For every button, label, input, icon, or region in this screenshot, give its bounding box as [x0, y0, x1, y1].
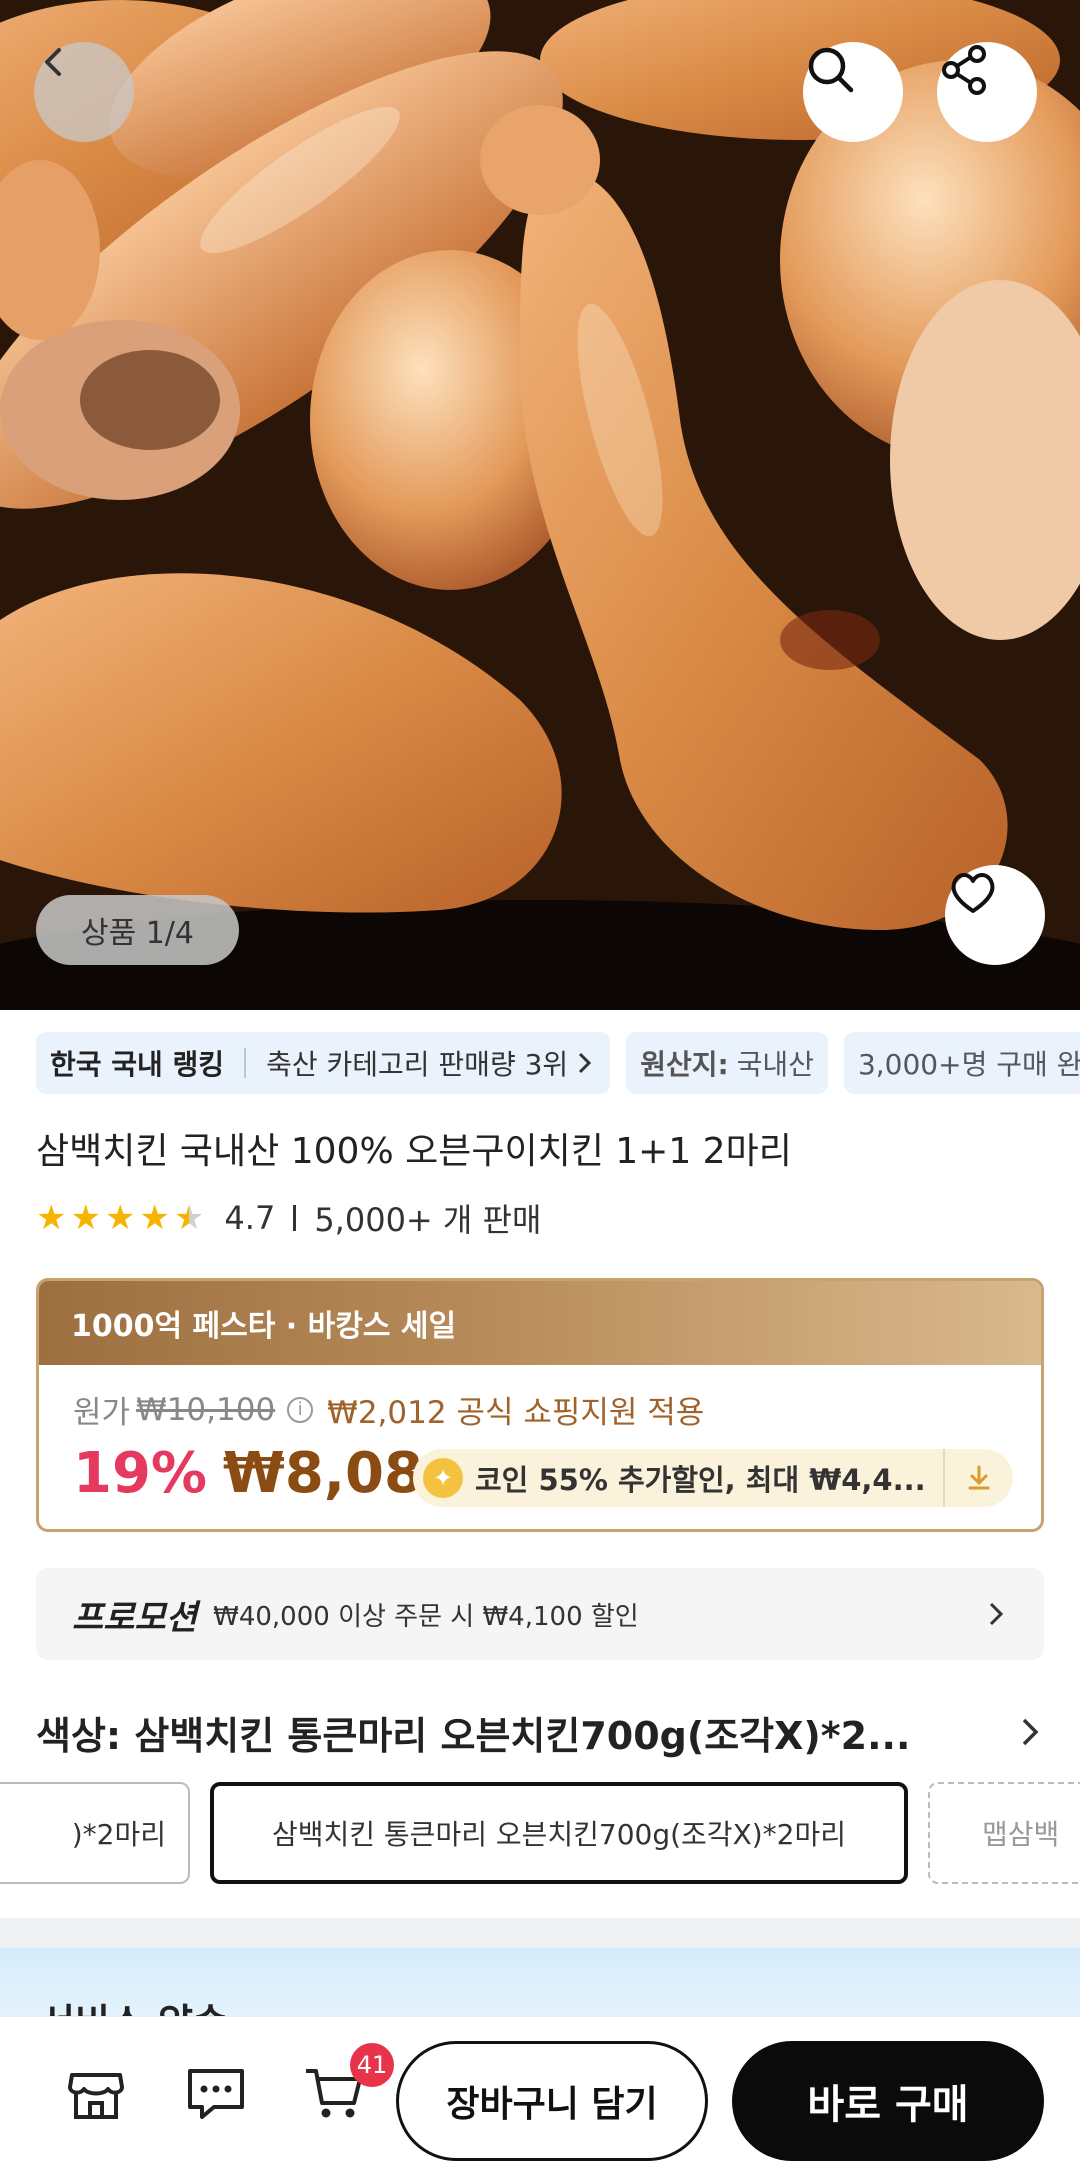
back-button[interactable] [34, 42, 134, 142]
star-icon: ★ [139, 1198, 170, 1238]
chat-icon [188, 2069, 244, 2119]
coin-text: 코인 55% 추가할인, 최대 ₩4,4... [475, 1463, 926, 1497]
shopping-support: ₩2,012 공식 쇼핑지원 적용 [327, 1395, 705, 1431]
ranking-text: 축산 카테고리 판매량 3위 [266, 1048, 569, 1081]
promotion-label: 프로모션 [72, 1597, 198, 1638]
original-price-row: 원가 ₩10,100 i ₩2,012 공식 쇼핑지원 적용 [73, 1387, 704, 1432]
wishlist-button[interactable] [945, 865, 1045, 965]
heart-icon [951, 873, 995, 913]
chevron-right-icon [579, 1052, 592, 1074]
sold-count: 5,000+ 개 판매 [314, 1201, 542, 1239]
chicken-photo [0, 0, 1080, 1010]
sale-banner: 1000억 페스타 · 바캉스 세일 [39, 1281, 1041, 1365]
cart-count-badge: 41 [350, 2043, 394, 2087]
promotion-text: ₩40,000 이상 주문 시 ₩4,100 할인 [213, 1601, 639, 1632]
product-page: 상품 1/4 한국 국내 랭킹 축산 카테고리 판매량 3위 원산지: 국내산 … [0, 0, 1080, 2178]
original-price: ₩10,100 [136, 1391, 276, 1428]
buyers-badge: 3,000+명 구매 완 [843, 1032, 1080, 1094]
origin-key: 원산지: [640, 1048, 729, 1081]
original-label: 원가 [73, 1395, 131, 1431]
option-chip-soldout[interactable]: 맵삼백 [928, 1782, 1080, 1884]
add-to-cart-button[interactable]: 장바구니 담기 [396, 2041, 708, 2161]
coin-discount[interactable]: ✦ 코인 55% 추가할인, 최대 ₩4,4... [413, 1449, 1013, 1507]
option-chip-selected[interactable]: 삼백치킨 통큰마리 오븐치킨700g(조각X)*2마리 [210, 1782, 908, 1884]
star-icon: ★ [36, 1198, 67, 1238]
chat-button[interactable] [180, 2057, 252, 2129]
rating-stars: ★ ★ ★ ★ ★ [36, 1201, 204, 1235]
ranking-label: 한국 국내 랭킹 [50, 1048, 225, 1081]
chevron-right-icon [1022, 1718, 1039, 1746]
image-counter: 상품 1/4 [36, 895, 239, 965]
back-arrow-icon [45, 48, 61, 76]
share-button[interactable] [937, 42, 1037, 142]
rating-value: 4.7 [224, 1199, 276, 1237]
buy-now-button[interactable]: 바로 구매 [732, 2041, 1044, 2161]
section-divider [0, 1918, 1080, 1948]
coin-icon: ✦ [423, 1458, 463, 1498]
buyers-text: 3,000+명 구매 완 [857, 1048, 1080, 1081]
option-list: )*2마리 삼백치킨 통큰마리 오븐치킨700g(조각X)*2마리 맵삼백 [0, 1782, 1080, 1884]
half-star-icon: ★ [173, 1198, 205, 1238]
star-icon: ★ [70, 1198, 101, 1238]
store-icon [68, 2073, 124, 2119]
download-coupon-button[interactable] [943, 1449, 1013, 1507]
badge-divider [244, 1048, 247, 1078]
search-icon [808, 47, 854, 93]
origin-value: 국내산 [736, 1048, 814, 1081]
option-title: 색상: 삼백치킨 통큰마리 오븐치킨700g(조각X)*2... [36, 1713, 911, 1758]
rating-row[interactable]: ★ ★ ★ ★ ★ 4.7 5,000+ 개 판매 [36, 1194, 541, 1242]
star-icon: ★ [104, 1198, 136, 1238]
option-header[interactable]: 색상: 삼백치킨 통큰마리 오븐치킨700g(조각X)*2... [36, 1700, 1044, 1764]
share-icon [942, 45, 986, 95]
search-button[interactable] [803, 42, 903, 142]
download-icon [968, 1465, 990, 1490]
bottom-action-bar: 41 장바구니 담기 바로 구매 [0, 2016, 1080, 2178]
option-chip[interactable]: )*2마리 [0, 1782, 190, 1884]
store-button[interactable] [60, 2057, 132, 2129]
chevron-right-icon [989, 1602, 1004, 1626]
product-image[interactable]: 상품 1/4 [0, 0, 1080, 1010]
discount-rate: 19% [73, 1441, 208, 1506]
product-title: 삼백치킨 국내산 100% 오븐구이치킨 1+1 2마리 [36, 1131, 792, 1172]
price-row: 19% ₩8,088 [73, 1441, 462, 1506]
origin-badge: 원산지: 국내산 [626, 1032, 828, 1094]
rating-divider [293, 1205, 297, 1231]
deal-box: 1000억 페스타 · 바캉스 세일 원가 ₩10,100 i ₩2,012 공… [36, 1278, 1044, 1532]
badge-row: 한국 국내 랭킹 축산 카테고리 판매량 3위 원산지: 국내산 3,000+명… [36, 1032, 1080, 1094]
promotion-bar[interactable]: 프로모션 ₩40,000 이상 주문 시 ₩4,100 할인 [36, 1568, 1044, 1660]
ranking-badge[interactable]: 한국 국내 랭킹 축산 카테고리 판매량 3위 [36, 1032, 611, 1094]
info-icon[interactable]: i [287, 1396, 314, 1423]
